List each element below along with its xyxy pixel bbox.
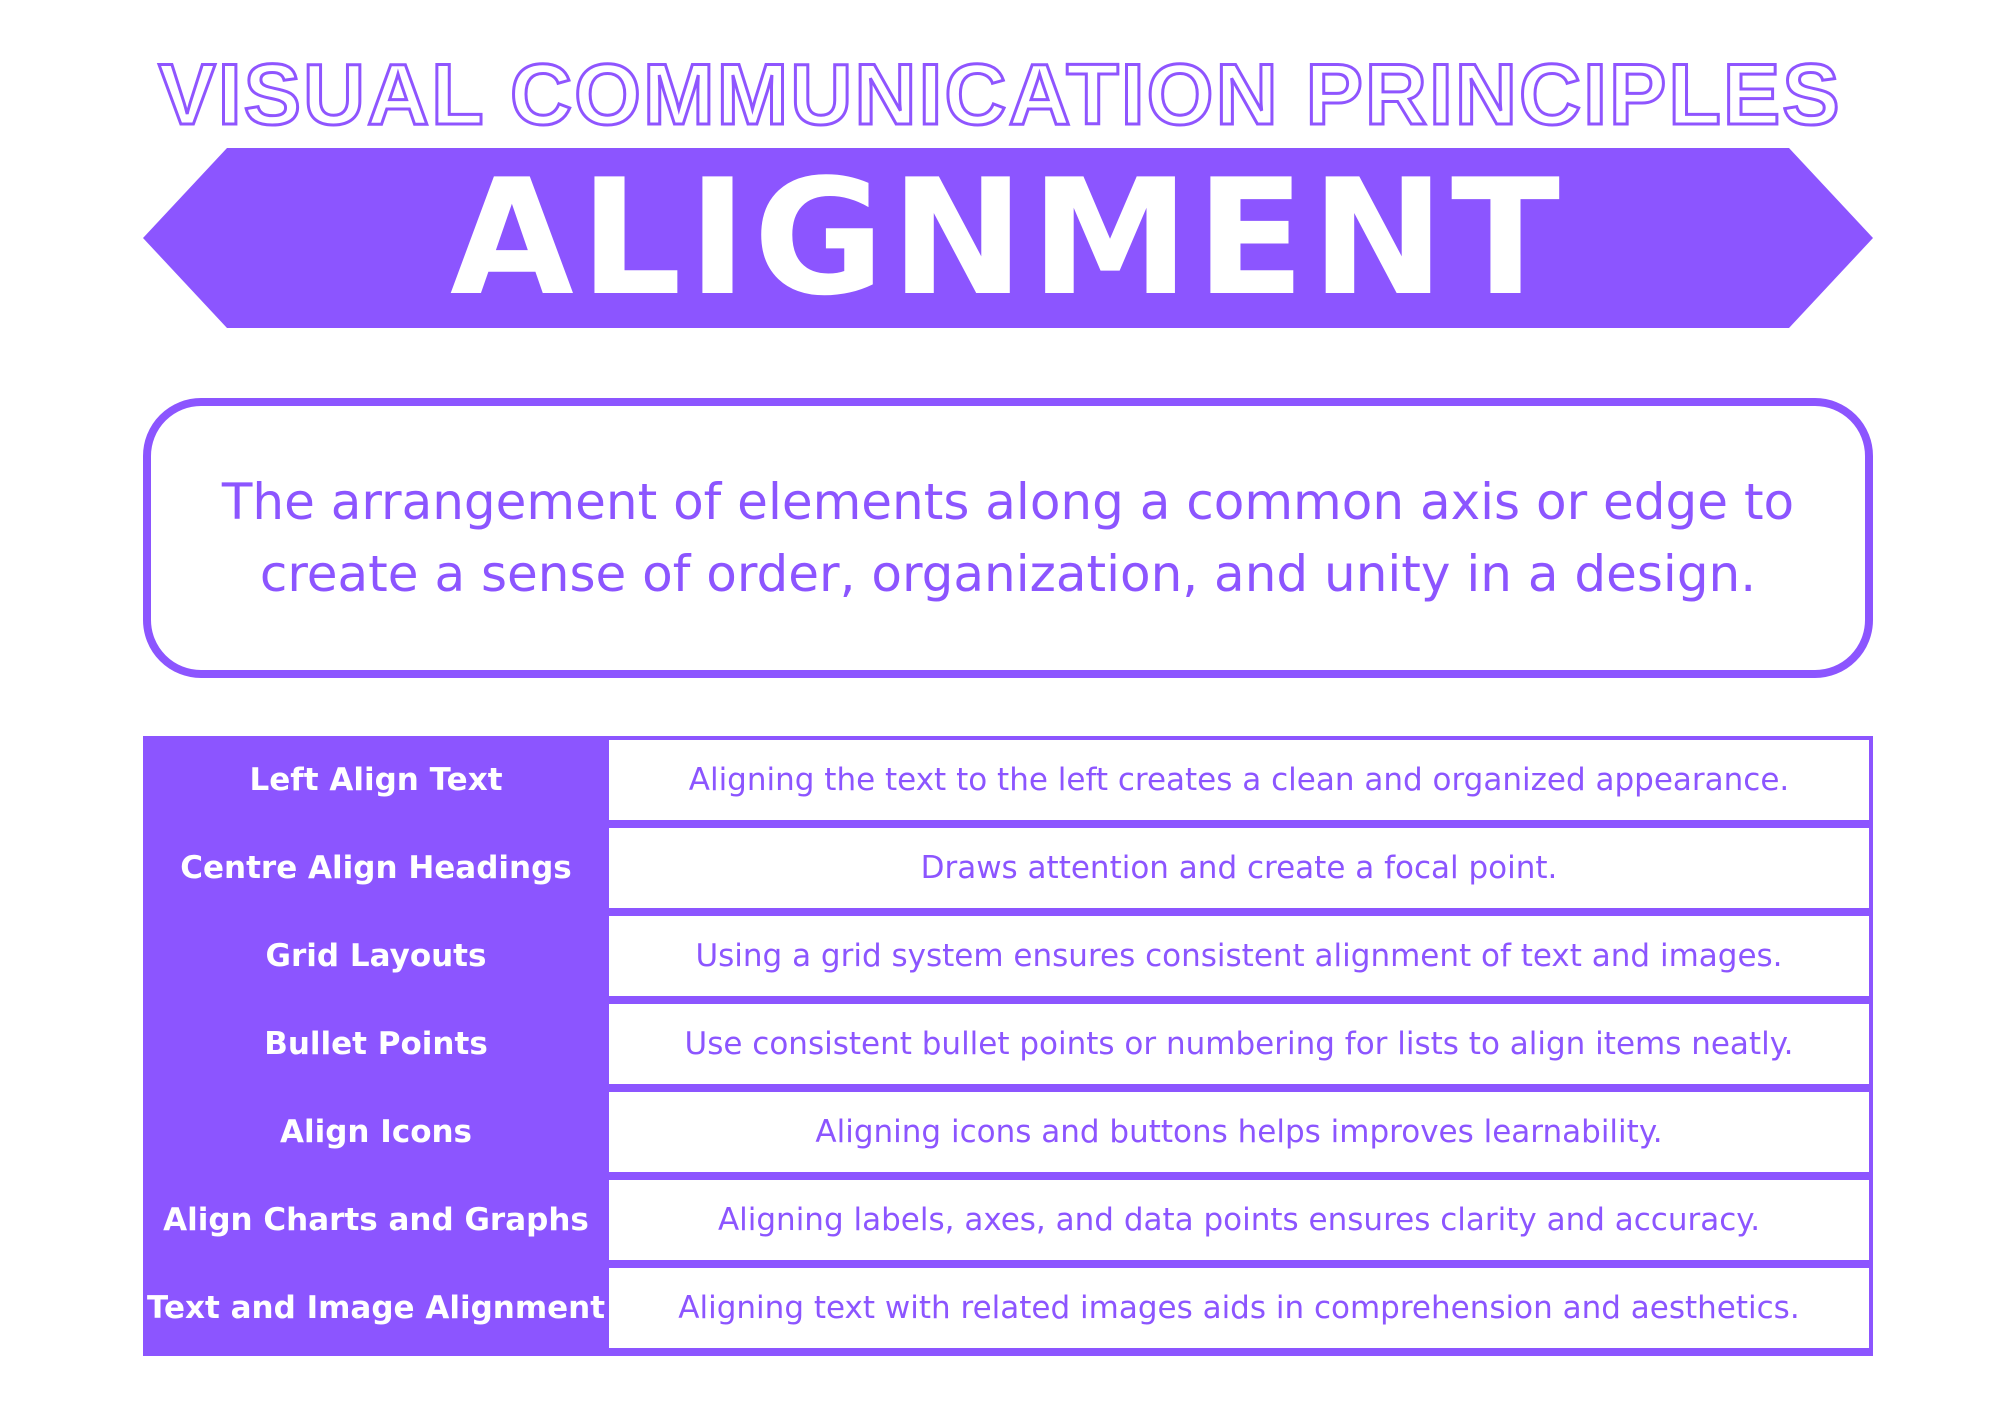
principle-term: Align Icons (279, 1114, 473, 1150)
table-row: Align Icons Aligning icons and buttons h… (143, 1088, 1873, 1176)
principle-description: Aligning text with related images aids i… (609, 1268, 1869, 1348)
principle-term: Grid Layouts (265, 938, 487, 974)
table-row: Grid Layouts Using a grid system ensures… (143, 912, 1873, 1000)
principle-term: Centre Align Headings (180, 850, 572, 886)
table-row: Bullet Points Use consistent bullet poin… (143, 1000, 1873, 1088)
title-banner: ALIGNMENT (143, 148, 1873, 328)
table-row: Left Align Text Aligning the text to the… (143, 736, 1873, 824)
principle-term: Bullet Points (264, 1026, 488, 1062)
principle-description: Use consistent bullet points or numberin… (609, 1004, 1869, 1084)
principle-term: Text and Image Alignment (146, 1290, 606, 1326)
table-row: Centre Align Headings Draws attention an… (143, 824, 1873, 912)
principle-term: Align Charts and Graphs (163, 1202, 589, 1238)
principle-description: Using a grid system ensures consistent a… (609, 916, 1869, 996)
principle-description: Aligning icons and buttons helps improve… (609, 1092, 1869, 1172)
principles-table: Left Align Text Aligning the text to the… (143, 736, 1873, 1356)
principle-description: Draws attention and create a focal point… (609, 828, 1869, 908)
definition-box: The arrangement of elements along a comm… (143, 398, 1873, 678)
principle-term: Left Align Text (249, 762, 503, 798)
supertitle: VISUAL COMMUNICATION PRINCIPLES (157, 46, 1842, 145)
table-row: Text and Image Alignment Aligning text w… (143, 1264, 1873, 1352)
principle-description: Aligning labels, axes, and data points e… (609, 1180, 1869, 1260)
definition-text: The arrangement of elements along a comm… (221, 473, 1795, 603)
page-title: ALIGNMENT (449, 144, 1567, 331)
table-row: Align Charts and Graphs Aligning labels,… (143, 1176, 1873, 1264)
principle-description: Aligning the text to the left creates a … (609, 740, 1869, 820)
